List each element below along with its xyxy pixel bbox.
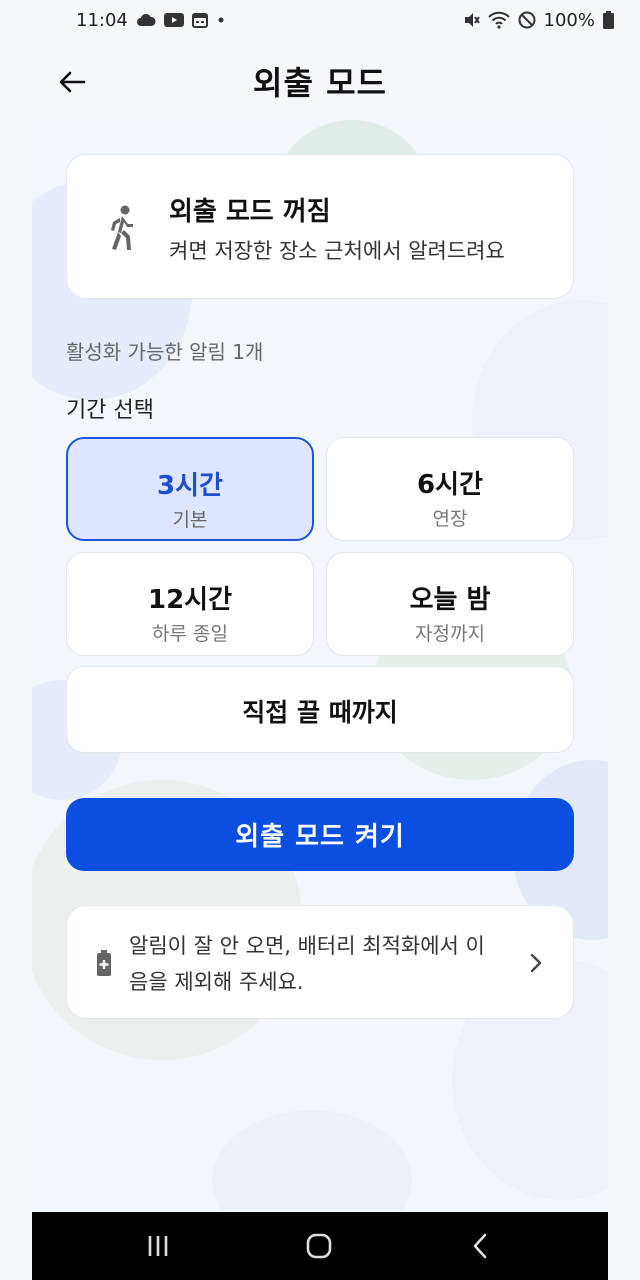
home-icon <box>306 1233 332 1259</box>
walking-person-icon <box>111 205 133 250</box>
calendar-icon <box>191 13 208 28</box>
tip-line-2: 음을 제외해 주세요. <box>129 970 304 994</box>
cloud-icon <box>136 13 156 26</box>
arrow-left-icon <box>59 71 86 93</box>
back-nav-button[interactable] <box>460 1230 500 1262</box>
home-button[interactable] <box>299 1230 339 1262</box>
period-option-until-off[interactable]: 직접 끌 때까지 <box>66 666 574 753</box>
battery-icon <box>603 11 614 29</box>
system-navigation-bar <box>32 1212 608 1280</box>
battery-optimization-tip-card[interactable]: 알림이 잘 안 오면, 배터리 최적화에서 이 음을 제외해 주세요. <box>66 905 574 1019</box>
status-time: 11:04 <box>76 9 128 31</box>
back-button[interactable] <box>52 62 92 102</box>
youtube-icon <box>163 13 184 27</box>
period-option-3h[interactable]: 3시간 기본 <box>66 437 314 541</box>
period-select-label: 기간 선택 <box>66 398 154 423</box>
turn-on-outing-mode-button[interactable]: 외출 모드 켜기 <box>66 798 574 871</box>
option-main-label: 직접 끌 때까지 <box>242 698 398 727</box>
status-title: 외출 모드 꺼짐 <box>169 197 331 227</box>
vibrate-off-icon <box>464 13 480 27</box>
dot-icon <box>218 17 224 23</box>
option-main-label: 3시간 <box>157 471 223 501</box>
period-option-tonight[interactable]: 오늘 밤 자정까지 <box>326 552 574 656</box>
recent-apps-button[interactable] <box>138 1230 178 1262</box>
option-main-label: 6시간 <box>417 470 483 500</box>
do-not-disturb-icon <box>518 11 536 29</box>
option-sub-label: 하루 종일 <box>152 623 228 645</box>
battery-percent: 100% <box>543 9 595 31</box>
chevron-right-icon <box>530 953 542 973</box>
status-bar: 11:04 100% <box>0 0 640 40</box>
tip-line-1: 알림이 잘 안 오면, 배터리 최적화에서 이 <box>129 934 485 958</box>
wifi-icon <box>487 11 510 29</box>
available-alerts-count: 활성화 가능한 알림 1개 <box>66 340 264 364</box>
status-left: 11:04 <box>76 10 226 31</box>
option-sub-label: 자정까지 <box>415 623 485 645</box>
bg-blob <box>212 1110 412 1210</box>
status-description: 켜면 저장한 장소 근처에서 알려드려요 <box>169 239 505 263</box>
option-main-label: 12시간 <box>147 585 233 615</box>
period-option-12h[interactable]: 12시간 하루 종일 <box>66 552 314 656</box>
outing-mode-status-card: 외출 모드 꺼짐 켜면 저장한 장소 근처에서 알려드려요 <box>66 154 574 299</box>
recent-apps-icon <box>148 1236 168 1256</box>
app-bar: 외출 모드 <box>0 50 640 112</box>
option-sub-label: 기본 <box>172 509 208 531</box>
battery-plus-icon <box>97 950 111 976</box>
tip-text: 알림이 잘 안 오면, 배터리 최적화에서 이 음을 제외해 주세요. <box>129 928 519 1000</box>
period-option-6h[interactable]: 6시간 연장 <box>326 437 574 541</box>
option-main-label: 오늘 밤 <box>409 585 491 615</box>
back-nav-icon <box>473 1233 487 1259</box>
option-sub-label: 연장 <box>432 508 468 530</box>
status-right: 100% <box>462 10 614 31</box>
page-title: 외출 모드 <box>253 64 387 102</box>
